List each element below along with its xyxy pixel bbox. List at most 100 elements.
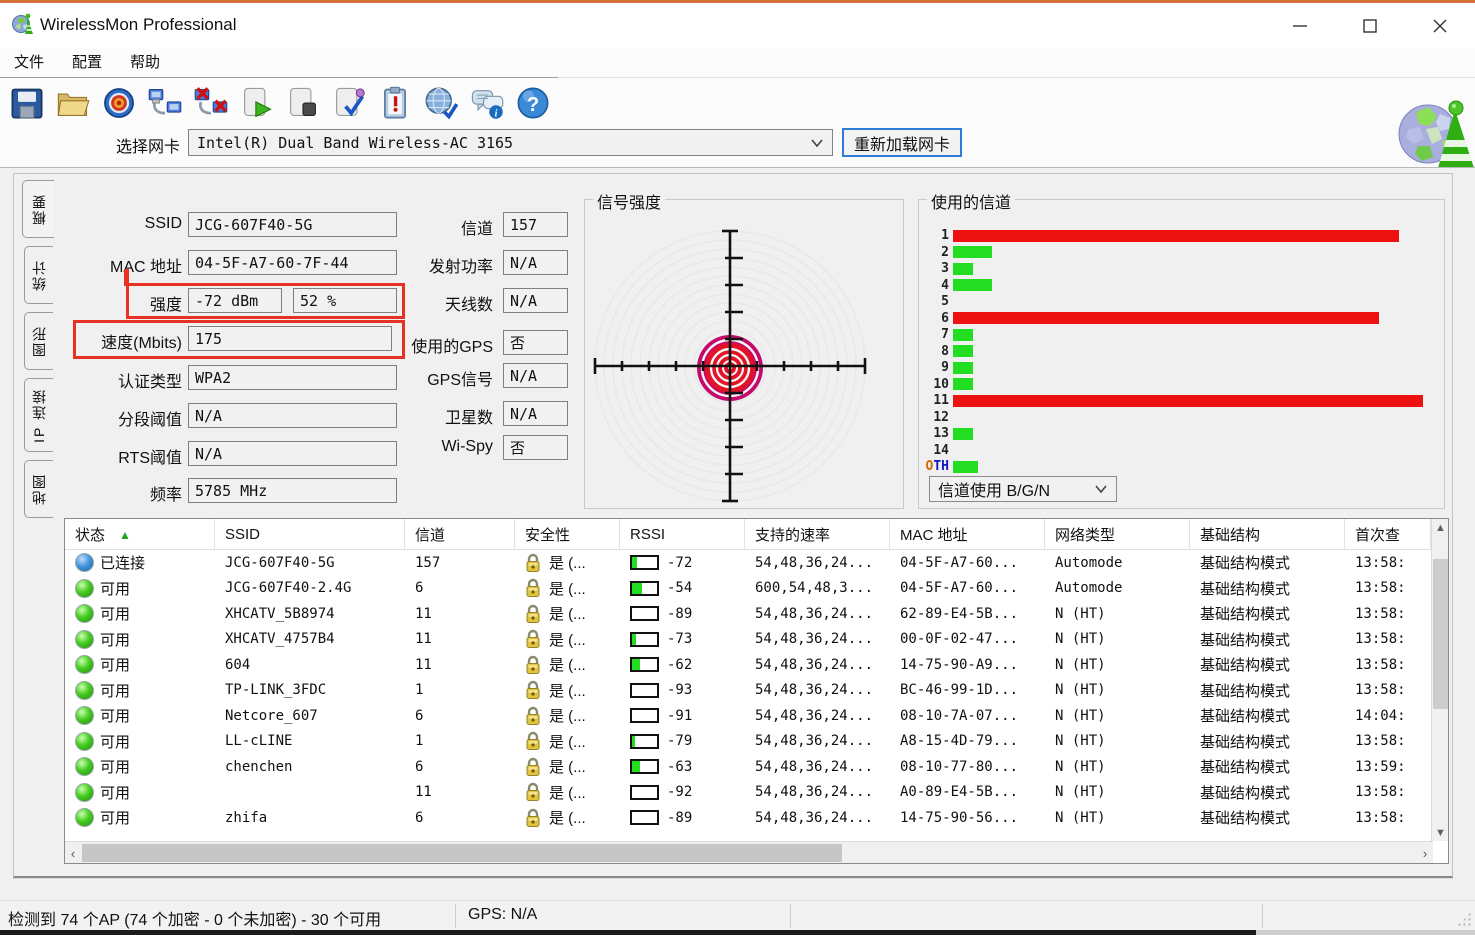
channel-mode-dropdown[interactable]: 信道使用 B/G/N (929, 476, 1117, 502)
table-row[interactable]: 可用JCG-607F40-2.4G6是 (...-54600,54,48,3..… (65, 576, 1431, 602)
column-header-支持的速率[interactable]: 支持的速率 (745, 519, 890, 550)
channel-row-9: 9 (919, 361, 1439, 374)
verify-log-icon (331, 85, 367, 121)
column-header-首次查[interactable]: 首次查 (1345, 519, 1431, 550)
column-header-安全性[interactable]: 安全性 (515, 519, 620, 550)
report-button[interactable] (372, 83, 418, 123)
horizontal-scroll-thumb[interactable] (82, 844, 842, 862)
field-value-使用的GPS[interactable]: 否 (503, 330, 568, 355)
web-check-button[interactable] (418, 83, 464, 123)
adapter-combobox[interactable]: Intel(R) Dual Band Wireless-AC 3165 (188, 129, 833, 156)
rates-cell: 54,48,36,24... (745, 601, 890, 627)
channel-usage-group: 使用的信道 1234567891011121314OTH 信道使用 B/G/N (918, 199, 1445, 509)
close-button[interactable] (1425, 13, 1455, 39)
verify-log-button[interactable] (326, 83, 372, 123)
menu-item-文件[interactable]: 文件 (0, 47, 58, 76)
rssi-cell: -62 (620, 652, 745, 678)
titlebar: WirelessMon Professional (0, 3, 1475, 47)
scroll-left-icon[interactable]: ‹ (65, 842, 81, 864)
stop-log-button[interactable] (280, 83, 326, 123)
table-row[interactable]: 可用Netcore_6076是 (...-9154,48,36,24...08-… (65, 703, 1431, 729)
reload-adapters-button[interactable]: 重新加载网卡 (842, 128, 962, 157)
save-button[interactable] (4, 83, 50, 123)
channel-label: 13 (919, 426, 953, 441)
rates-cell: 54,48,36,24... (745, 627, 890, 653)
net_type-cell: N (HT) (1045, 780, 1190, 806)
signal-strength-title: 信号强度 (593, 189, 665, 213)
table-row[interactable]: 可用zhifa6是 (...-8954,48,36,24...14-75-90-… (65, 805, 1431, 831)
feedback-button[interactable]: i (464, 83, 510, 123)
channel-bar (953, 279, 992, 291)
channel-cell: 11 (405, 652, 515, 678)
channel-label: 2 (919, 245, 953, 260)
table-header-row: 状态▲SSID信道安全性RSSI支持的速率MAC 地址网络类型基础结构首次查 (65, 519, 1431, 550)
table-row[interactable]: 可用XHCATV_4757B411是 (...-7354,48,36,24...… (65, 627, 1431, 653)
column-header-信道[interactable]: 信道 (405, 519, 515, 550)
net_type-cell: Automode (1045, 550, 1190, 576)
ssid-cell: JCG-607F40-2.4G (215, 576, 405, 602)
infra-cell: 基础结构模式 (1190, 754, 1345, 780)
field-value-天线数[interactable]: N/A (503, 288, 568, 313)
ssid-cell: JCG-607F40-5G (215, 550, 405, 576)
wirelessmon-window: WirelessMon Professional 文件配置帮助 i? 选择网卡 … (0, 0, 1475, 935)
table-row[interactable]: 可用60411是 (...-6254,48,36,24...14-75-90-A… (65, 652, 1431, 678)
rssi-cell: -92 (620, 780, 745, 806)
horizontal-scrollbar[interactable]: ‹ › (65, 841, 1433, 863)
status-cell: 已连接 (65, 550, 215, 576)
scroll-down-icon[interactable]: ▼ (1432, 824, 1449, 841)
column-header-MAC 地址[interactable]: MAC 地址 (890, 519, 1045, 550)
channel-row-13: 13 (919, 427, 1439, 440)
field-value-GPS信号[interactable]: N/A (503, 363, 568, 388)
minimize-button[interactable] (1285, 13, 1315, 39)
svg-text:?: ? (527, 93, 539, 115)
disconnect-button[interactable] (188, 83, 234, 123)
status-ball-icon (75, 655, 94, 674)
table-row[interactable]: 可用TP-LINK_3FDC1是 (...-9354,48,36,24...BC… (65, 678, 1431, 704)
target-button[interactable] (96, 83, 142, 123)
signal-strength-group: 信号强度 (584, 199, 904, 509)
open-button[interactable] (50, 83, 96, 123)
rssi-value: -91 (667, 708, 692, 724)
channel-bar (953, 461, 978, 473)
field-value-频率[interactable]: 5785 MHz (188, 478, 397, 503)
help-button[interactable]: ? (510, 83, 556, 123)
minimize-icon (1291, 17, 1309, 35)
security-cell: 是 (... (515, 652, 620, 678)
channel-row-1: 1 (919, 229, 1439, 242)
vertical-scrollbar[interactable]: ▲ ▼ (1431, 519, 1448, 841)
rssi-cell: -54 (620, 576, 745, 602)
channel-row-8: 8 (919, 345, 1439, 358)
maximize-button[interactable] (1355, 13, 1385, 39)
table-row[interactable]: 可用11是 (...-9254,48,36,24...A0-89-E4-5B..… (65, 780, 1431, 806)
reconnect-button[interactable] (142, 83, 188, 123)
table-row[interactable]: 可用XHCATV_5B897411是 (...-8954,48,36,24...… (65, 601, 1431, 627)
rssi-value: -62 (667, 657, 692, 673)
column-header-状态[interactable]: 状态▲ (65, 519, 215, 550)
table-row[interactable]: 已连接JCG-607F40-5G157是 (...-7254,48,36,24.… (65, 550, 1431, 576)
menu-item-配置[interactable]: 配置 (58, 47, 116, 76)
field-label-分段阈值: 分段阈值 (0, 406, 182, 430)
ssid-cell: Netcore_607 (215, 703, 405, 729)
maximize-icon (1361, 17, 1379, 35)
start-log-button[interactable] (234, 83, 280, 123)
column-header-RSSI[interactable]: RSSI (620, 519, 745, 550)
vertical-scroll-thumb[interactable] (1433, 559, 1448, 709)
field-value-信道[interactable]: 157 (503, 212, 568, 237)
column-header-基础结构[interactable]: 基础结构 (1190, 519, 1345, 550)
column-header-网络类型[interactable]: 网络类型 (1045, 519, 1190, 550)
channel-label: 9 (919, 360, 953, 375)
table-row[interactable]: 可用chenchen6是 (...-6354,48,36,24...08-10-… (65, 754, 1431, 780)
scroll-right-icon[interactable]: › (1417, 842, 1433, 864)
table-row[interactable]: 可用LL-cLINE1是 (...-7954,48,36,24...A8-15-… (65, 729, 1431, 755)
channel-label: 6 (919, 311, 953, 326)
menu-item-帮助[interactable]: 帮助 (116, 47, 174, 76)
field-value-卫星数[interactable]: N/A (503, 401, 568, 426)
security-text: 是 (... (549, 731, 586, 752)
channel-row-5: 5 (919, 295, 1439, 308)
scroll-up-icon[interactable]: ▲ (1432, 519, 1449, 536)
field-value-Wi-Spy[interactable]: 否 (503, 435, 568, 460)
rates-cell: 54,48,36,24... (745, 703, 890, 729)
column-header-SSID[interactable]: SSID (215, 519, 405, 550)
resize-grip[interactable] (1457, 912, 1471, 926)
field-value-发射功率[interactable]: N/A (503, 250, 568, 275)
